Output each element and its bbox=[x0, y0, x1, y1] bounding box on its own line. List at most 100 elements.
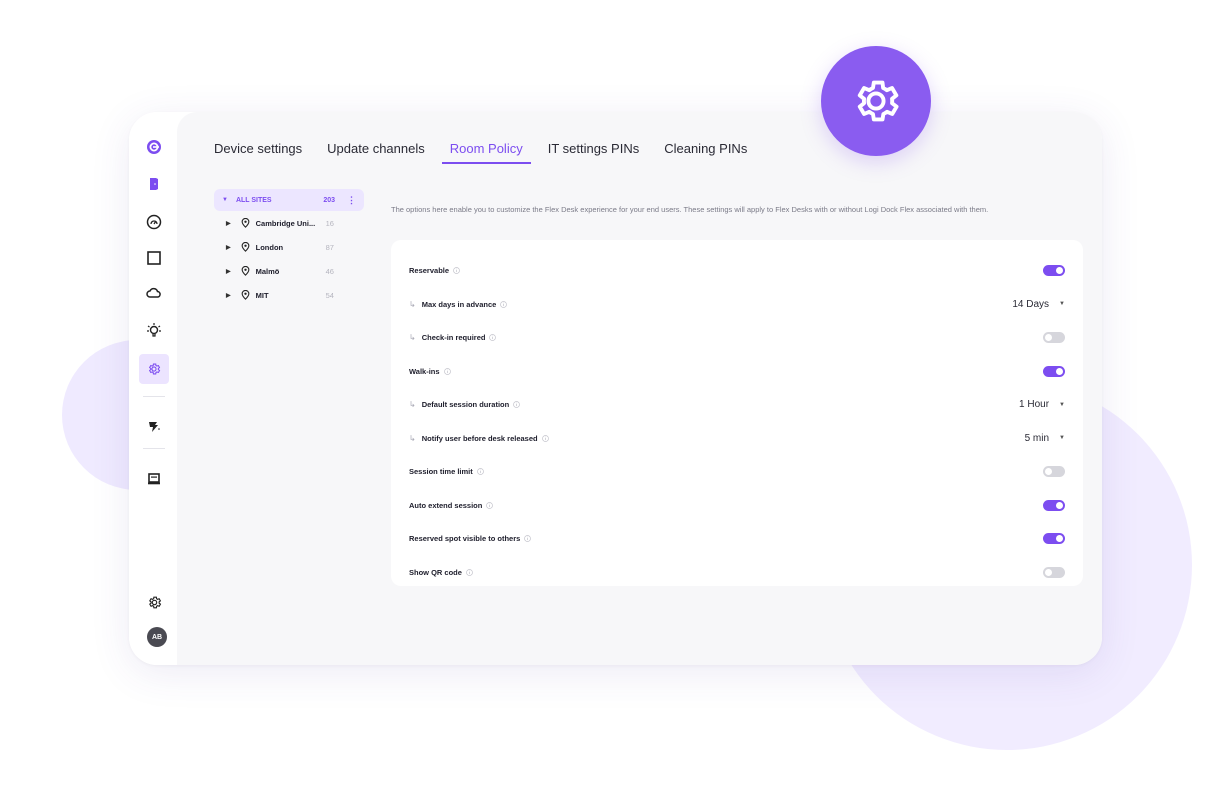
sub-setting-arrow-icon: ↳ bbox=[409, 333, 416, 343]
site-name: Cambridge Uni... bbox=[255, 218, 316, 228]
info-icon[interactable] bbox=[453, 267, 460, 275]
reserved-visible-toggle[interactable] bbox=[1043, 533, 1065, 545]
session-limit-toggle[interactable] bbox=[1043, 466, 1065, 478]
select-value: 14 Days bbox=[1012, 298, 1050, 310]
location-pin-icon bbox=[241, 290, 250, 300]
setting-label: Default session duration bbox=[421, 400, 510, 410]
setting-row-notify-user: ↳ Notify user before desk released 5 min ▼ bbox=[409, 422, 1065, 456]
notify-user-select[interactable]: 5 min ▼ bbox=[1025, 433, 1065, 444]
dashboard-icon[interactable] bbox=[139, 207, 169, 237]
setting-row-session-limit: Session time limit bbox=[409, 455, 1065, 489]
logo-icon[interactable] bbox=[139, 132, 169, 162]
chevron-down-icon: ▼ bbox=[1059, 435, 1065, 442]
info-icon[interactable] bbox=[541, 434, 549, 442]
settings-icon[interactable] bbox=[139, 354, 169, 384]
site-count: 16 bbox=[325, 218, 334, 228]
site-count: 46 bbox=[325, 266, 334, 276]
caret-right-icon[interactable]: ▶ bbox=[226, 292, 231, 299]
tree-root-count: 203 bbox=[323, 196, 335, 204]
tab-it-settings-pins[interactable]: IT settings PINs bbox=[548, 141, 640, 164]
site-count: 87 bbox=[325, 242, 334, 252]
policy-description: The options here enable you to customize… bbox=[391, 205, 989, 214]
tab-room-policy[interactable]: Room Policy bbox=[441, 141, 531, 164]
site-name: London bbox=[255, 242, 284, 252]
settings-card: Reservable ↳ Max days in advance 14 Days ▼… bbox=[391, 240, 1083, 586]
setting-label: Notify user before desk released bbox=[421, 433, 538, 443]
max-days-select[interactable]: 14 Days ▼ bbox=[1012, 299, 1065, 310]
gear-icon[interactable] bbox=[139, 587, 169, 617]
site-name: MIT bbox=[255, 290, 269, 300]
setting-row-default-duration: ↳ Default session duration 1 Hour ▼ bbox=[409, 388, 1065, 422]
site-count: 54 bbox=[325, 290, 334, 300]
tab-cleaning-pins[interactable]: Cleaning PINs bbox=[664, 141, 747, 164]
auto-extend-toggle[interactable] bbox=[1043, 499, 1065, 511]
info-icon[interactable] bbox=[513, 401, 521, 409]
more-vertical-icon[interactable]: ⋮ bbox=[347, 195, 356, 206]
info-icon[interactable] bbox=[486, 501, 494, 509]
room-icon[interactable] bbox=[139, 243, 169, 273]
tree-item-site[interactable]: ▶ London 87 bbox=[214, 235, 364, 259]
info-icon[interactable] bbox=[500, 300, 508, 308]
sub-setting-arrow-icon: ↳ bbox=[409, 400, 416, 410]
caret-right-icon[interactable]: ▶ bbox=[226, 244, 231, 251]
caret-right-icon[interactable]: ▶ bbox=[226, 220, 231, 227]
setting-row-check-in: ↳ Check-in required bbox=[409, 321, 1065, 355]
setting-label: Reserved spot visible to others bbox=[409, 534, 521, 544]
insights-icon[interactable] bbox=[139, 315, 169, 345]
sidebar-divider bbox=[143, 396, 165, 397]
setting-row-walk-ins: Walk-ins bbox=[409, 355, 1065, 389]
setting-label: Auto extend session bbox=[409, 500, 483, 510]
sidebar-divider bbox=[143, 448, 165, 449]
info-icon[interactable] bbox=[524, 535, 532, 543]
scribe-icon[interactable] bbox=[139, 412, 169, 442]
location-pin-icon bbox=[241, 218, 250, 228]
setting-row-auto-extend: Auto extend session bbox=[409, 489, 1065, 523]
stage: AB Device settings Update channels Room … bbox=[0, 0, 1206, 790]
location-pin-icon bbox=[241, 266, 250, 276]
default-duration-select[interactable]: 1 Hour ▼ bbox=[1019, 399, 1065, 410]
door-icon[interactable] bbox=[139, 169, 169, 199]
info-icon[interactable] bbox=[476, 468, 484, 476]
setting-label: Walk-ins bbox=[409, 366, 440, 376]
site-tree: ▼ ALL SITES 203 ⋮ ▶ Cambridge Uni... 16 … bbox=[214, 189, 364, 307]
setting-label: Check-in required bbox=[421, 333, 486, 343]
setting-row-reserved-visible: Reserved spot visible to others bbox=[409, 522, 1065, 556]
caret-right-icon[interactable]: ▶ bbox=[226, 268, 231, 275]
tree-item-site[interactable]: ▶ Cambridge Uni... 16 bbox=[214, 211, 364, 235]
setting-row-reservable: Reservable bbox=[409, 254, 1065, 288]
select-value: 1 Hour bbox=[1019, 399, 1050, 411]
tab-bar: Device settings Update channels Room Pol… bbox=[214, 141, 772, 164]
tree-item-site[interactable]: ▶ Malmö 46 bbox=[214, 259, 364, 283]
check-in-toggle[interactable] bbox=[1043, 332, 1065, 344]
setting-label: Show QR code bbox=[409, 567, 462, 577]
setting-row-qr-code: Show QR code bbox=[409, 556, 1065, 590]
tree-item-site[interactable]: ▶ MIT 54 bbox=[214, 283, 364, 307]
info-icon[interactable] bbox=[489, 334, 497, 342]
site-name: Malmö bbox=[255, 266, 280, 276]
info-icon[interactable] bbox=[443, 367, 451, 375]
chevron-down-icon: ▼ bbox=[1059, 401, 1065, 408]
reservable-toggle[interactable] bbox=[1043, 265, 1065, 277]
tab-device-settings[interactable]: Device settings bbox=[214, 141, 302, 164]
sub-setting-arrow-icon: ↳ bbox=[409, 433, 416, 443]
cloud-icon[interactable] bbox=[139, 278, 169, 308]
qr-code-toggle[interactable] bbox=[1043, 566, 1065, 578]
tree-root-label: ALL SITES bbox=[235, 196, 272, 204]
app-window: AB Device settings Update channels Room … bbox=[129, 112, 1102, 665]
info-icon[interactable] bbox=[466, 568, 473, 576]
location-pin-icon bbox=[241, 242, 250, 252]
main-content: Device settings Update channels Room Pol… bbox=[177, 112, 1102, 665]
setting-label: Reservable bbox=[409, 266, 450, 276]
setting-row-max-days: ↳ Max days in advance 14 Days ▼ bbox=[409, 288, 1065, 322]
desk-icon[interactable] bbox=[139, 464, 169, 494]
sub-setting-arrow-icon: ↳ bbox=[409, 299, 416, 309]
setting-label: Max days in advance bbox=[421, 299, 497, 309]
walk-ins-toggle[interactable] bbox=[1043, 365, 1065, 377]
caret-down-icon: ▼ bbox=[222, 197, 228, 203]
setting-label: Session time limit bbox=[409, 467, 473, 477]
settings-badge-gear-icon bbox=[821, 46, 931, 156]
avatar[interactable]: AB bbox=[147, 627, 167, 647]
chevron-down-icon: ▼ bbox=[1059, 301, 1065, 308]
tab-update-channels[interactable]: Update channels bbox=[327, 141, 425, 164]
tree-root-all-sites[interactable]: ▼ ALL SITES 203 ⋮ bbox=[214, 189, 364, 211]
